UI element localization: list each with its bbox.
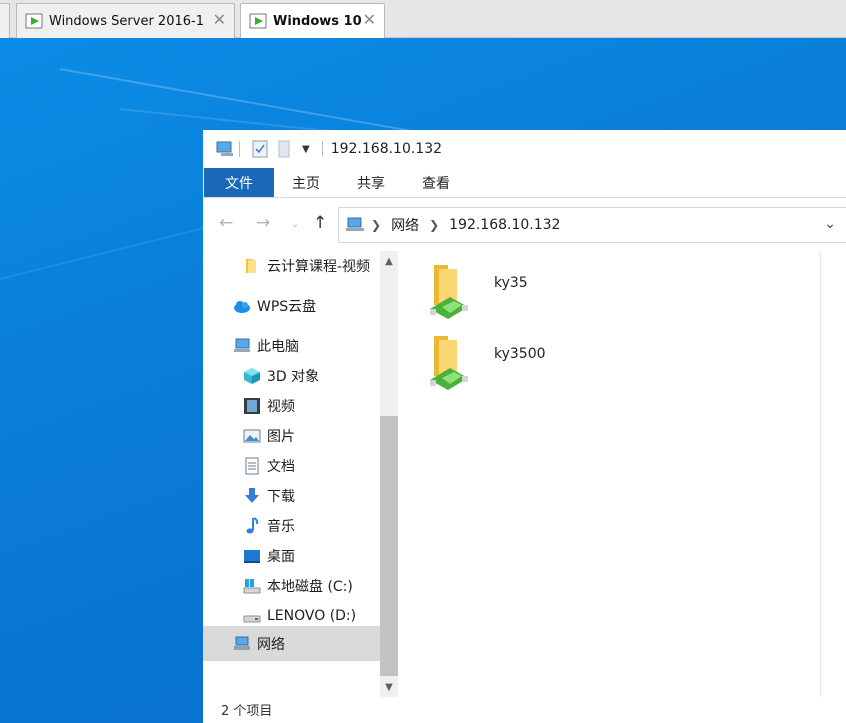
file-list: ky35 ky3500 — [398, 251, 846, 697]
close-icon[interactable]: ✕ — [213, 12, 226, 28]
nav-item-this-pc[interactable]: 此电脑 — [233, 331, 299, 361]
vm-tab-label: Windows Server 2016-1 — [49, 13, 204, 29]
forward-arrow-icon[interactable]: → — [256, 213, 270, 233]
folder-name: ky35 — [494, 275, 528, 291]
nav-item-label: 云计算课程-视频 — [267, 259, 371, 275]
shared-folder-item[interactable]: ky35 — [428, 263, 528, 319]
up-arrow-icon[interactable]: ↑ — [313, 213, 327, 233]
recent-locations-icon[interactable]: ⌄ — [291, 219, 299, 230]
vm-tab-previous[interactable] — [0, 3, 10, 38]
new-folder-icon[interactable] — [276, 140, 292, 158]
documents-icon — [245, 457, 259, 475]
nav-item-documents[interactable]: 文档 — [243, 451, 295, 481]
nav-item-label: 图片 — [267, 429, 295, 445]
vm-icon — [249, 13, 267, 29]
scroll-up-icon[interactable]: ▲ — [380, 253, 398, 271]
nav-item-music[interactable]: 音乐 — [243, 511, 295, 541]
ribbon-tabs: 文件 主页 共享 查看 — [203, 168, 846, 198]
chevron-right-icon[interactable]: ❯ — [429, 218, 439, 232]
address-bar[interactable]: ❯ 网络 ❯ 192.168.10.132 ⌄ — [338, 207, 846, 243]
computer-icon — [234, 338, 250, 352]
folder-name: ky3500 — [494, 346, 546, 362]
navigation-pane: 云计算课程-视频 WPS云盘 此电脑 3D 对象 视频 图片 文档 下载 音乐 … — [203, 251, 398, 697]
nav-item-label: 3D 对象 — [267, 369, 320, 385]
3d-objects-icon — [244, 368, 260, 384]
video-icon — [244, 398, 260, 414]
nav-item-label: LENOVO (D:) — [267, 608, 357, 624]
vm-icon — [25, 13, 43, 29]
network-icon — [234, 636, 250, 650]
computer-icon — [216, 141, 233, 156]
scroll-thumb[interactable] — [380, 416, 398, 676]
chevron-down-icon[interactable]: ⌄ — [824, 216, 836, 232]
quick-access-toolbar: ▼ 192.168.10.132 — [203, 130, 846, 168]
window-title: 192.168.10.132 — [330, 141, 443, 157]
tab-file[interactable]: 文件 — [204, 168, 274, 197]
nav-item-network[interactable]: 网络 — [203, 626, 380, 661]
drive-d-icon — [243, 615, 261, 623]
vm-tab-label: Windows 10 — [273, 13, 362, 29]
customize-toolbar-icon[interactable]: ▼ — [302, 144, 310, 155]
status-bar: 2 个项目 — [203, 697, 846, 723]
nav-item-label: WPS云盘 — [257, 299, 317, 315]
cloud-icon — [234, 301, 250, 313]
shared-folder-icon — [430, 336, 468, 390]
nav-item-label: 网络 — [257, 636, 285, 653]
nav-item-label: 此电脑 — [257, 339, 299, 355]
tab-home[interactable]: 主页 — [283, 168, 329, 197]
nav-item-wps-cloud[interactable]: WPS云盘 — [233, 291, 316, 321]
breadcrumb-network[interactable]: 网络 — [391, 215, 419, 235]
pictures-icon — [243, 429, 261, 443]
tab-share[interactable]: 共享 — [348, 168, 394, 197]
nav-item-pictures[interactable]: 图片 — [243, 421, 295, 451]
drive-c-icon — [243, 579, 261, 594]
nav-item-label: 音乐 — [267, 519, 295, 535]
nav-item-desktop[interactable]: 桌面 — [243, 541, 295, 571]
tab-view[interactable]: 查看 — [413, 168, 459, 197]
nav-item-label: 文档 — [267, 459, 295, 475]
divider — [239, 141, 240, 157]
nav-item-label: 本地磁盘 (C:) — [267, 579, 353, 595]
vm-tab-windows-server[interactable]: Windows Server 2016-1 ✕ — [16, 3, 235, 38]
close-icon[interactable]: ✕ — [363, 12, 376, 28]
desktop-icon — [244, 550, 260, 563]
nav-item-drive-c[interactable]: 本地磁盘 (C:) — [243, 571, 353, 601]
nav-pane-scrollbar[interactable]: ▲ ▼ — [380, 251, 398, 697]
download-icon — [245, 488, 259, 503]
properties-icon[interactable] — [252, 140, 268, 158]
divider — [321, 141, 323, 157]
nav-item-3d-objects[interactable]: 3D 对象 — [243, 361, 319, 391]
network-icon — [346, 217, 364, 231]
nav-item-videos[interactable]: 视频 — [243, 391, 295, 421]
breadcrumb-host[interactable]: 192.168.10.132 — [449, 217, 560, 233]
nav-item-label: 视频 — [267, 399, 295, 415]
column-divider — [820, 251, 821, 697]
vm-tab-windows-10[interactable]: Windows 10 ✕ — [240, 3, 385, 38]
nav-item-downloads[interactable]: 下载 — [243, 481, 295, 511]
nav-item-course-folder[interactable]: 云计算课程-视频 — [243, 251, 370, 281]
scroll-down-icon[interactable]: ▼ — [380, 679, 398, 697]
vm-tab-bar: Windows Server 2016-1 ✕ Windows 10 ✕ — [0, 0, 846, 38]
file-explorer-window: ▼ 192.168.10.132 文件 主页 共享 查看 ← → ⌄ ↑ ❯ 网… — [203, 130, 846, 723]
chevron-right-icon[interactable]: ❯ — [371, 218, 381, 232]
navigation-bar: ← → ⌄ ↑ ❯ 网络 ❯ 192.168.10.132 ⌄ — [203, 199, 846, 251]
nav-item-label: 下载 — [267, 489, 295, 505]
back-arrow-icon[interactable]: ← — [219, 213, 233, 233]
nav-item-label: 桌面 — [267, 549, 295, 565]
music-icon — [246, 517, 259, 534]
item-count: 2 个项目 — [221, 704, 273, 719]
shared-folder-icon — [430, 265, 468, 319]
shared-folder-item[interactable]: ky3500 — [428, 334, 546, 390]
folder-icon — [246, 259, 256, 273]
